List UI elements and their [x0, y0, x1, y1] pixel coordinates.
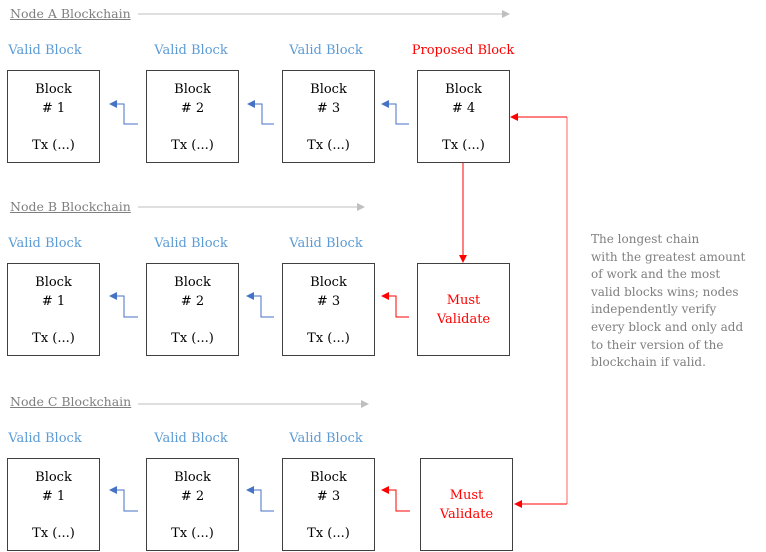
block-status-label: Valid Block — [289, 43, 363, 58]
block-transactions: Tx (...) — [307, 526, 350, 541]
block-title: Block — [35, 82, 72, 97]
note-line: with the greatest amount — [591, 249, 746, 264]
link-arrow-b-3-to-2 — [246, 292, 274, 318]
chain-c-title: Node C Blockchain — [10, 394, 132, 409]
block-title: Block — [35, 275, 72, 290]
block-a-2: Block # 2 Tx (...) — [146, 70, 239, 163]
link-arrow-c-3-to-2 — [246, 486, 274, 512]
block-c-2: Block # 2 Tx (...) — [146, 458, 239, 551]
block-status-label: Valid Block — [289, 236, 363, 251]
block-transactions: Tx (...) — [442, 138, 485, 153]
block-status-label: Valid Block — [8, 431, 82, 446]
block-number: # 1 — [41, 101, 66, 116]
block-number: # 3 — [316, 489, 341, 504]
link-arrow-b-pending-to-3 — [381, 292, 409, 318]
block-transactions: Tx (...) — [171, 526, 214, 541]
note-line: The longest chain — [591, 232, 700, 246]
block-title: Block — [174, 470, 211, 485]
block-transactions: Tx (...) — [307, 331, 350, 346]
note-line: valid blocks wins; nodes — [591, 284, 739, 299]
consensus-note: The longest chain with the greatest amou… — [591, 231, 761, 372]
block-status-label: Valid Block — [8, 43, 82, 58]
link-arrow-c-2-to-1 — [109, 486, 138, 512]
pending-line-1: Must — [446, 293, 481, 308]
link-arrow-a-2-to-1 — [109, 100, 138, 125]
block-transactions: Tx (...) — [32, 138, 75, 153]
pending-line-2: Validate — [436, 312, 491, 327]
link-arrow-b-2-to-1 — [109, 292, 138, 318]
note-line: independently verify — [591, 302, 717, 317]
block-c-must-validate: Must Validate — [420, 458, 513, 551]
block-status-label: Valid Block — [289, 431, 363, 446]
chain-b-title: Node B Blockchain — [10, 199, 131, 214]
block-transactions: Tx (...) — [32, 331, 75, 346]
block-title: Block — [310, 275, 347, 290]
chain-a-title: Node A Blockchain — [10, 6, 131, 21]
link-arrow-a-4-to-3 — [381, 100, 409, 125]
link-arrow-a-3-to-2 — [247, 100, 274, 125]
link-arrow-c-pending-to-3 — [381, 486, 410, 512]
block-transactions: Tx (...) — [307, 138, 350, 153]
note-line: every block and only add — [591, 319, 744, 334]
pending-line-1: Must — [449, 488, 484, 503]
block-b-must-validate: Must Validate — [417, 263, 510, 356]
block-a-4-proposed: Block # 4 Tx (...) — [417, 70, 510, 163]
block-title: Block — [174, 275, 211, 290]
block-b-3: Block # 3 Tx (...) — [282, 263, 375, 356]
block-number: # 4 — [451, 101, 476, 116]
block-transactions: Tx (...) — [32, 526, 75, 541]
block-b-2: Block # 2 Tx (...) — [146, 263, 239, 356]
block-number: # 3 — [316, 294, 341, 309]
note-line: blockchain if valid. — [591, 355, 706, 370]
block-number: # 2 — [180, 489, 205, 504]
block-title: Block — [310, 470, 347, 485]
block-c-1: Block # 1 Tx (...) — [7, 458, 100, 551]
block-a-3: Block # 3 Tx (...) — [282, 70, 375, 163]
block-number: # 1 — [41, 294, 66, 309]
block-title: Block — [310, 82, 347, 97]
block-a-1: Block # 1 Tx (...) — [7, 70, 100, 163]
block-number: # 2 — [180, 101, 205, 116]
block-c-3: Block # 3 Tx (...) — [282, 458, 375, 551]
block-status-label: Valid Block — [8, 236, 82, 251]
block-transactions: Tx (...) — [171, 138, 214, 153]
block-number: # 3 — [316, 101, 341, 116]
note-line: to their version of the — [591, 337, 724, 352]
block-b-1: Block # 1 Tx (...) — [7, 263, 100, 356]
block-number: # 2 — [180, 294, 205, 309]
note-line: of work and the most — [591, 267, 721, 282]
block-number: # 1 — [41, 489, 66, 504]
block-title: Block — [174, 82, 211, 97]
pending-line-2: Validate — [439, 507, 494, 522]
block-status-label: Valid Block — [154, 236, 228, 251]
block-title: Block — [445, 82, 482, 97]
block-title: Block — [35, 470, 72, 485]
block-transactions: Tx (...) — [171, 331, 214, 346]
block-status-label: Valid Block — [154, 431, 228, 446]
block-status-label: Valid Block — [154, 43, 228, 58]
proposed-block-label: Proposed Block — [411, 43, 515, 58]
